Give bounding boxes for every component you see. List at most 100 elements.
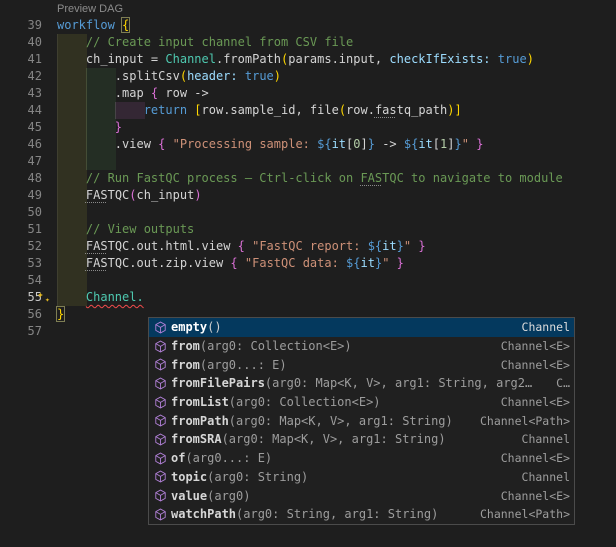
symbol-method-icon (152, 320, 168, 334)
suggest-item-signature: (arg0...: E) (200, 358, 287, 372)
suggest-item-fromFilePairs[interactable]: fromFilePairs(arg0: Map<K, V>, arg1: Str… (149, 374, 574, 393)
suggest-item-detail: Channel (522, 320, 570, 334)
symbol-method-icon (152, 339, 168, 353)
sparkle-large: ✦ (37, 289, 44, 300)
suggest-item-detail: Channel<Path> (480, 414, 570, 428)
code-text: // Run FastQC process – Ctrl-click on FA… (57, 170, 563, 187)
suggest-item-signature: (arg0: Collection<E>) (229, 395, 381, 409)
code-line-39[interactable]: 39workflow { (0, 17, 616, 34)
suggest-item-from[interactable]: from(arg0: Collection<E>)Channel<E> (149, 337, 574, 356)
code-line-40[interactable]: 40 // Create input channel from CSV file (0, 34, 616, 51)
code-line-53[interactable]: 53 FASTQC.out.zip.view { "FastQC data: $… (0, 255, 616, 272)
line-number: 56 (0, 306, 42, 323)
suggest-item-signature: (arg0: String, arg1: String) (236, 507, 438, 521)
symbol-method-icon (152, 358, 168, 372)
symbol-method-icon (152, 507, 168, 521)
suggest-item-fromList[interactable]: fromList(arg0: Collection<E>)Channel<E> (149, 393, 574, 412)
indent-highlight (86, 153, 116, 170)
line-number: 53 (0, 255, 42, 272)
suggest-item-label: of (171, 451, 185, 465)
code-text: return [row.sample_id, file(row.fastq_pa… (57, 102, 462, 119)
suggest-item-label: fromFilePairs (171, 376, 265, 390)
code-text: Channel. (57, 289, 144, 306)
suggest-item-from[interactable]: from(arg0...: E) Channel<E> (149, 355, 574, 374)
code-text: .map { row -> (57, 85, 209, 102)
code-line-44[interactable]: 44 return [row.sample_id, file(row.fastq… (0, 102, 616, 119)
indent-highlight (57, 204, 87, 221)
code-line-55[interactable]: 55✦✦ Channel. (0, 289, 616, 306)
suggest-item-of[interactable]: of(arg0...: E) Channel<E> (149, 449, 574, 468)
line-number: 52 (0, 238, 42, 255)
codelens-preview-dag[interactable]: Preview DAG (57, 2, 123, 17)
suggest-item-label: fromPath (171, 414, 229, 428)
suggest-item-detail: Channel<E> (501, 339, 570, 353)
line-number: 50 (0, 204, 42, 221)
code-line-54[interactable]: 54 (0, 272, 616, 289)
code-line-48[interactable]: 48 // Run FastQC process – Ctrl-click on… (0, 170, 616, 187)
suggest-item-label: value (171, 489, 207, 503)
line-number: 44 (0, 102, 42, 119)
indent-highlight (57, 153, 87, 170)
symbol-method-icon (152, 414, 168, 428)
code-line-51[interactable]: 51 // View outputs (0, 221, 616, 238)
indent-highlight (57, 272, 87, 289)
suggest-item-detail: C… (556, 376, 570, 390)
code-line-47[interactable]: 47 (0, 153, 616, 170)
code-text: .view { "Processing sample: ${it[0]} -> … (57, 136, 483, 153)
suggest-item-topic[interactable]: topic(arg0: String) Channel (149, 468, 574, 487)
code-text: FASTQC.out.zip.view { "FastQC data: ${it… (57, 255, 404, 272)
suggest-item-signature: (arg0: Map<K, V>, arg1: String) (229, 414, 453, 428)
symbol-method-icon (152, 376, 168, 390)
suggest-item-fromSRA[interactable]: fromSRA(arg0: Map<K, V>, arg1: String)Ch… (149, 430, 574, 449)
suggest-item-empty[interactable]: empty()Channel (149, 318, 574, 337)
code-line-41[interactable]: 41 ch_input = Channel.fromPath(params.in… (0, 51, 616, 68)
suggest-item-detail: Channel<E> (501, 489, 570, 503)
line-number: 40 (0, 34, 42, 51)
suggest-item-label: empty (171, 320, 207, 334)
code-text: // Create input channel from CSV file (57, 34, 353, 51)
code-line-52[interactable]: 52 FASTQC.out.html.view { "FastQC report… (0, 238, 616, 255)
line-number: 48 (0, 170, 42, 187)
suggest-widget: empty()Channelfrom(arg0: Collection<E>)C… (148, 317, 575, 525)
symbol-method-icon (152, 470, 168, 484)
code-text: } (57, 306, 64, 323)
sparkle-code-action-icon[interactable]: ✦✦ (37, 289, 55, 306)
line-number: 39 (0, 17, 42, 34)
line-number: 47 (0, 153, 42, 170)
code-line-45[interactable]: 45 } (0, 119, 616, 136)
line-number: 57 (0, 323, 42, 340)
suggest-item-signature: (arg0: String) (207, 470, 308, 484)
suggest-item-value[interactable]: value(arg0) Channel<E> (149, 486, 574, 505)
code-text: FASTQC.out.html.view { "FastQC report: $… (57, 238, 426, 255)
suggest-item-detail: Channel<E> (501, 451, 570, 465)
code-line-49[interactable]: 49 FASTQC(ch_input) (0, 187, 616, 204)
suggest-item-detail: Channel (522, 432, 570, 446)
sparkle-small: ✦ (45, 296, 50, 304)
code-line-50[interactable]: 50 (0, 204, 616, 221)
suggest-item-label: topic (171, 470, 207, 484)
suggest-item-signature: (arg0) (207, 489, 250, 503)
code-text: FASTQC(ch_input) (57, 187, 202, 204)
suggest-item-signature: (arg0: Map<K, V>, arg1: String) (222, 432, 446, 446)
suggest-item-watchPath[interactable]: watchPath(arg0: String, arg1: String) Cha… (149, 505, 574, 524)
symbol-method-icon (152, 395, 168, 409)
code-line-46[interactable]: 46 .view { "Processing sample: ${it[0]} … (0, 136, 616, 153)
line-number: 46 (0, 136, 42, 153)
code-line-43[interactable]: 43 .map { row -> (0, 85, 616, 102)
suggest-item-label: watchPath (171, 507, 236, 521)
suggest-item-label: fromList (171, 395, 229, 409)
suggest-item-fromPath[interactable]: fromPath(arg0: Map<K, V>, arg1: String) C… (149, 411, 574, 430)
code-editor[interactable]: Preview DAG 39workflow {40 // Create inp… (0, 0, 616, 547)
suggest-item-signature: (arg0...: E) (185, 451, 272, 465)
line-number: 51 (0, 221, 42, 238)
code-line-42[interactable]: 42 .splitCsv(header: true) (0, 68, 616, 85)
line-number: 45 (0, 119, 42, 136)
suggest-item-detail: Channel<Path> (480, 507, 570, 521)
suggest-item-detail: Channel<E> (501, 358, 570, 372)
suggest-item-label: from (171, 358, 200, 372)
code-text: .splitCsv(header: true) (57, 68, 281, 85)
symbol-method-icon (152, 451, 168, 465)
suggest-item-detail: Channel (522, 470, 570, 484)
line-number: 49 (0, 187, 42, 204)
line-number: 55 (0, 289, 42, 306)
